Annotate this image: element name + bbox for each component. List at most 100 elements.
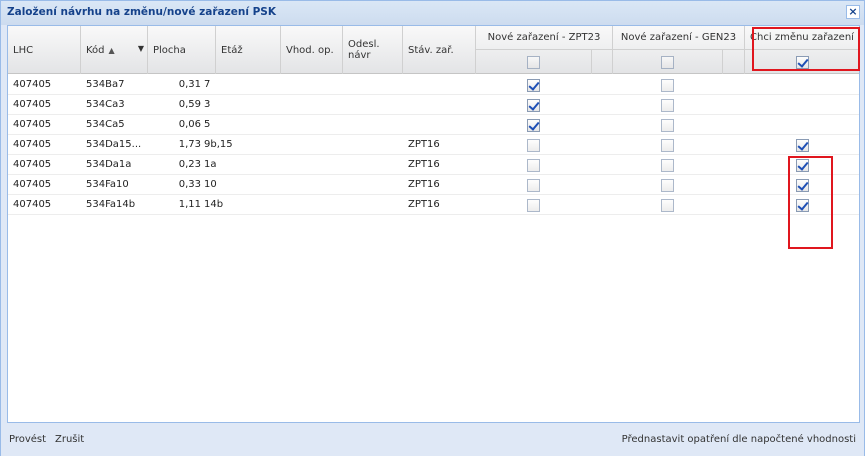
table-row[interactable]: 407405 534Ba7 0,31 7 [8,75,859,95]
table-row[interactable]: 407405 534Fa14b 1,11 14b ZPT16 [8,195,859,215]
cell-etaz: 14b [204,199,224,210]
cell-chci [745,75,859,95]
cell-plocha: 0,59 [178,99,201,110]
cell-zpt23 [476,75,591,95]
provest-button[interactable]: Provést [9,434,46,445]
checkbox-zpt23[interactable] [527,138,540,152]
column-menu-icon[interactable]: ▼ [138,44,144,53]
table-row[interactable]: 407405 534Ca3 0,59 3 [8,95,859,115]
cell-zpt23 [476,135,591,155]
highlight-box-header [752,27,860,71]
cell-lhc: 407405 [13,119,52,130]
cell-plocha: 1,11 [178,199,201,210]
table-row[interactable]: 407405 534Ca5 0,06 5 [8,115,859,135]
checkbox-zpt23[interactable] [527,118,540,132]
cell-stav [408,115,468,135]
column-group-gen23: Nové zařazení - GEN23 [613,26,745,74]
cell-zpt23 [476,195,591,215]
cell-chci [745,135,859,155]
checkbox-gen23[interactable] [661,198,674,212]
cell-kod: 534Fa14b [86,199,136,210]
cell-zpt23 [476,115,591,135]
checkbox-gen23[interactable] [661,78,674,92]
prednastavit-button[interactable]: Přednastavit opatření dle napočtené vhod… [622,434,856,445]
header-spacer-zpt23 [591,50,613,74]
cell-stav [408,95,468,115]
zrusit-button[interactable]: Zrušit [55,434,84,445]
checkbox-gen23[interactable] [661,98,674,112]
cell-plocha: 0,31 [178,79,201,90]
column-group-zpt23: Nové zařazení - ZPT23 [476,26,613,74]
cell-plocha: 0,23 [178,159,201,170]
checkbox-gen23[interactable] [661,158,674,172]
cell-gen23 [613,155,722,175]
checkbox-zpt23[interactable] [527,198,540,212]
column-header-vhod-op[interactable]: Vhod. op. [281,26,343,74]
cell-lhc: 407405 [13,79,52,90]
cell-zpt23 [476,95,591,115]
table-row[interactable]: 407405 534Fa10 0,33 10 ZPT16 [8,175,859,195]
cell-lhc: 407405 [13,199,52,210]
dialog-titlebar: Založení návrhu na změnu/nové zařazení P… [1,1,864,25]
cell-stav: ZPT16 [408,159,440,170]
dialog-footer: Provést Zrušit Přednastavit opatření dle… [1,425,864,456]
column-label-plocha: Plocha [153,44,186,56]
cell-chci [745,95,859,115]
column-header-odesl-navrh[interactable]: Odesl. návr [343,26,403,74]
column-label-odesl-navrh: Odesl. návr [348,39,380,61]
header-checkbox-zpt23[interactable] [527,55,540,69]
cell-gen23 [613,195,722,215]
table-row[interactable]: 407405 534Da15... 1,73 9b,15 ZPT16 [8,135,859,155]
checkbox-gen23[interactable] [661,118,674,132]
cell-gen23 [613,75,722,95]
checkbox-gen23[interactable] [661,138,674,152]
cell-stav: ZPT16 [408,179,440,190]
column-header-plocha[interactable]: Plocha [148,26,216,74]
grid-header: LHC Kód ▲ ▼ Plocha Etáž Vhod. op. Odesl.… [8,26,859,74]
dialog-title: Založení návrhu na změnu/nové zařazení P… [7,6,276,18]
checkbox-chci[interactable] [795,138,809,152]
column-label-zpt23[interactable]: Nové zařazení - ZPT23 [476,26,612,50]
sort-ascending-icon: ▲ [108,45,115,55]
cell-gen23 [613,135,722,155]
cell-plocha: 0,06 [178,119,201,130]
cell-stav [408,75,468,95]
close-icon[interactable]: × [846,5,860,19]
cell-gen23 [613,95,722,115]
cell-lhc: 407405 [13,159,52,170]
column-label-lhc: LHC [13,44,34,56]
cell-etaz: 1a [204,159,217,170]
column-label-vhod-op: Vhod. op. [286,44,334,56]
checkbox-gen23[interactable] [661,178,674,192]
highlight-box-checkboxes [788,156,833,249]
cell-kod: 534Da1a [86,159,132,170]
cell-kod: 534Da15... [86,139,142,150]
cell-etaz: 9b,15 [204,139,233,150]
cell-gen23 [613,175,722,195]
header-check-cell-gen23 [613,50,722,74]
cell-stav: ZPT16 [408,199,440,210]
column-label-kod: Kód [86,44,105,56]
cell-etaz: 7 [204,79,211,90]
cell-etaz: 3 [204,99,211,110]
header-spacer-gen23 [722,50,745,74]
header-checkbox-gen23[interactable] [661,55,674,69]
checkbox-zpt23[interactable] [527,158,540,172]
column-header-lhc[interactable]: LHC [8,26,81,74]
checkbox-zpt23[interactable] [527,178,540,192]
table-row[interactable]: 407405 534Da1a 0,23 1a ZPT16 [8,155,859,175]
column-label-stav-zar: Stáv. zař. [408,44,454,56]
column-header-kod[interactable]: Kód ▲ ▼ [81,26,148,74]
checkbox-zpt23[interactable] [527,98,540,112]
cell-zpt23 [476,175,591,195]
column-header-stav-zar[interactable]: Stáv. zař. [403,26,476,74]
column-label-gen23[interactable]: Nové zařazení - GEN23 [613,26,744,50]
column-header-etaz[interactable]: Etáž [216,26,281,74]
cell-lhc: 407405 [13,99,52,110]
data-grid: LHC Kód ▲ ▼ Plocha Etáž Vhod. op. Odesl.… [7,25,860,423]
checkbox-zpt23[interactable] [527,78,540,92]
cell-kod: 534Fa10 [86,179,129,190]
cell-plocha: 1,73 [178,139,201,150]
cell-kod: 534Ca3 [86,99,125,110]
cell-lhc: 407405 [13,139,52,150]
